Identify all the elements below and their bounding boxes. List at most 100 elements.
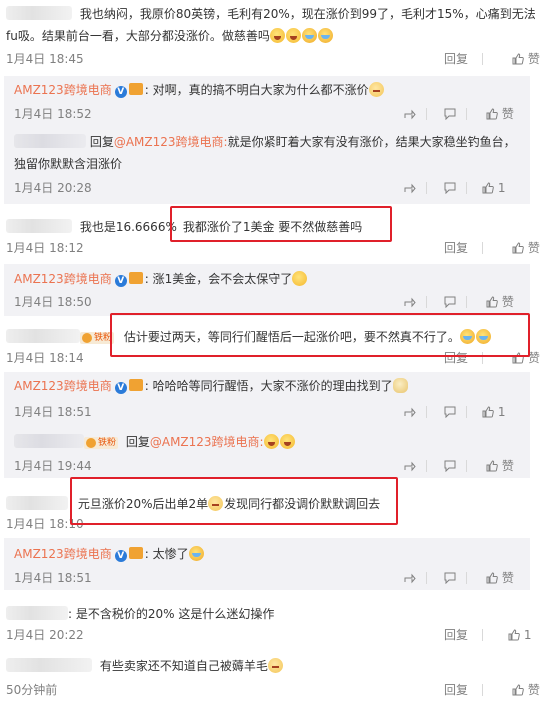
share-button[interactable] bbox=[404, 294, 416, 310]
share-icon bbox=[404, 407, 416, 418]
reply-time: 1月4日 19:44 bbox=[14, 459, 92, 473]
divider bbox=[466, 406, 467, 418]
comment-time: 1月4日 20:22 bbox=[6, 628, 84, 642]
comment-button[interactable] bbox=[444, 294, 456, 310]
mention-link[interactable]: @AMZ123跨境电商: bbox=[150, 435, 264, 449]
divider bbox=[426, 108, 427, 120]
share-button[interactable] bbox=[404, 106, 416, 122]
verified-icon: V bbox=[114, 86, 127, 98]
reply-button[interactable]: 回复 bbox=[444, 51, 468, 67]
doge-emoji-icon bbox=[392, 378, 408, 393]
comment-text: 有些卖家还不知道自己被薅羊毛 bbox=[99, 659, 268, 673]
reply-text: 涨1美金，会不会太保守了 bbox=[152, 272, 293, 286]
comment-icon bbox=[444, 108, 456, 120]
vip-badge-icon bbox=[128, 379, 143, 391]
comment-text: 我也是16.6666% bbox=[79, 220, 177, 234]
blurred-username[interactable] bbox=[6, 496, 68, 510]
mention-link[interactable]: @AMZ123跨境电商: bbox=[114, 135, 228, 149]
comment-time: 50分钟前 bbox=[6, 683, 58, 697]
comment-text: 我都涨价了1美金 要不然做慈善吗 bbox=[182, 220, 363, 234]
thumbs-up-icon bbox=[486, 572, 498, 584]
comment-button[interactable] bbox=[444, 458, 456, 474]
like-button[interactable]: 1 bbox=[482, 180, 505, 196]
vip-badge-icon bbox=[128, 272, 143, 284]
blurred-username[interactable] bbox=[14, 434, 84, 448]
like-button[interactable]: 1 bbox=[482, 404, 505, 420]
blurred-username[interactable] bbox=[6, 219, 72, 233]
divider bbox=[466, 108, 467, 120]
comment-button[interactable] bbox=[444, 404, 456, 420]
comment-icon bbox=[444, 406, 456, 418]
thumbs-up-icon bbox=[512, 684, 524, 696]
like-label: 赞 bbox=[501, 295, 514, 309]
blurred-username[interactable] bbox=[6, 329, 80, 343]
thumbs-up-icon bbox=[508, 629, 520, 641]
reply-button[interactable]: 回复 bbox=[444, 682, 468, 698]
reply-actions: 赞 bbox=[404, 458, 522, 474]
share-button[interactable] bbox=[404, 404, 416, 420]
like-button[interactable]: 赞 bbox=[512, 240, 540, 256]
divider bbox=[466, 572, 467, 584]
like-button[interactable]: 赞 bbox=[512, 350, 540, 366]
share-button[interactable] bbox=[404, 458, 416, 474]
reply-time: 1月4日 18:51 bbox=[14, 405, 92, 419]
like-count: 1 bbox=[497, 181, 506, 195]
divider bbox=[482, 684, 483, 696]
blurred-username[interactable] bbox=[6, 658, 92, 672]
like-count: 1 bbox=[497, 405, 506, 419]
reply-text: 独留你默默含泪涨价 bbox=[14, 157, 123, 171]
comment-item: 我也纳闷，我原价80英镑，毛利有20%，现在涨价到99了，毛利才15%，心痛到无… bbox=[0, 0, 544, 76]
cry-emoji-icon bbox=[188, 546, 204, 561]
like-button[interactable]: 1 bbox=[508, 627, 531, 643]
reply-time: 1月4日 18:51 bbox=[14, 571, 92, 585]
reply-prefix: 回复 bbox=[125, 435, 150, 449]
like-button[interactable]: 赞 bbox=[486, 106, 514, 122]
fan-badge: 铁粉 bbox=[84, 437, 119, 449]
cry-emoji-icon bbox=[475, 329, 491, 344]
comment-actions: 回复 赞 bbox=[444, 51, 544, 67]
reply-author[interactable]: AMZ123跨境电商 bbox=[14, 547, 112, 561]
comment-text: 元旦涨价20%后出单2单 bbox=[77, 497, 209, 511]
blurred-username[interactable] bbox=[6, 606, 68, 620]
blurred-username[interactable] bbox=[14, 134, 86, 148]
reply-list: AMZ123跨境电商 V: 哈哈哈等同行醒悟，大家不涨价的理由找到了 1月4日 1… bbox=[4, 372, 530, 478]
like-count: 1 bbox=[523, 628, 532, 642]
comment-time: 1月4日 18:45 bbox=[6, 52, 84, 66]
comment-button[interactable] bbox=[444, 106, 456, 122]
like-button[interactable]: 赞 bbox=[486, 294, 514, 310]
comment-button[interactable] bbox=[444, 570, 456, 586]
reply-author[interactable]: AMZ123跨境电商 bbox=[14, 379, 112, 393]
divider bbox=[426, 460, 427, 472]
reply-author[interactable]: AMZ123跨境电商 bbox=[14, 272, 112, 286]
share-icon bbox=[404, 109, 416, 120]
blurred-username[interactable] bbox=[6, 6, 72, 20]
share-button[interactable] bbox=[404, 180, 416, 196]
reply-text: 对啊，真的搞不明白大家为什么都不涨价 bbox=[152, 83, 369, 97]
divider bbox=[482, 352, 483, 364]
vip-badge-icon bbox=[128, 547, 143, 559]
laugh-emoji-icon bbox=[285, 28, 301, 43]
like-label: 赞 bbox=[501, 459, 514, 473]
like-button[interactable]: 赞 bbox=[512, 51, 540, 67]
cry-emoji-icon bbox=[317, 28, 333, 43]
reply-button[interactable]: 回复 bbox=[444, 240, 468, 256]
comment-time: 1月4日 18:12 bbox=[6, 241, 84, 255]
reply-actions: 1 bbox=[404, 404, 522, 420]
divider bbox=[466, 296, 467, 308]
speechless-emoji-icon bbox=[267, 658, 283, 673]
laugh-emoji-icon bbox=[279, 434, 295, 449]
share-icon bbox=[404, 573, 416, 584]
like-button[interactable]: 赞 bbox=[486, 570, 514, 586]
divider bbox=[426, 182, 427, 194]
reply-button[interactable]: 回复 bbox=[444, 350, 468, 366]
share-button[interactable] bbox=[404, 570, 416, 586]
comment-button[interactable] bbox=[444, 180, 456, 196]
like-label: 赞 bbox=[527, 683, 540, 697]
like-button[interactable]: 赞 bbox=[512, 682, 540, 698]
reply-button[interactable]: 回复 bbox=[444, 627, 468, 643]
like-label: 赞 bbox=[527, 52, 540, 66]
reply-list: AMZ123跨境电商 V: 涨1美金，会不会太保守了 1月4日 18:50 赞 bbox=[4, 264, 530, 316]
like-button[interactable]: 赞 bbox=[486, 458, 514, 474]
reply-author[interactable]: AMZ123跨境电商 bbox=[14, 83, 112, 97]
comment-text: fu吸。结果前台一看，大部分都没涨价。做慈善吗 bbox=[6, 29, 270, 43]
